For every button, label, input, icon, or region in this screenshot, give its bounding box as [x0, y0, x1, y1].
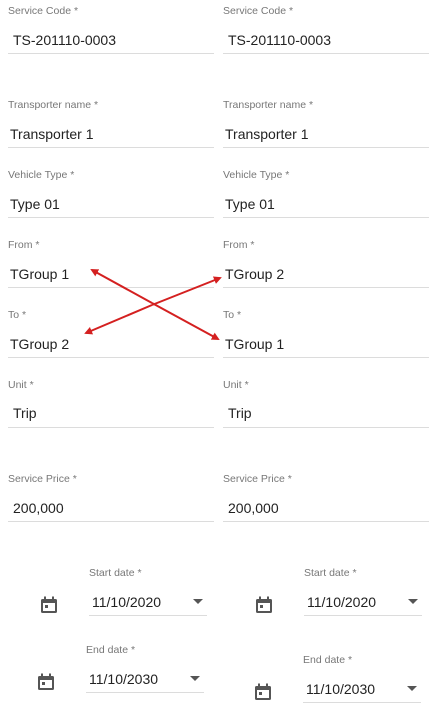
right-vehicle-type-value: Type 01 [225, 196, 275, 212]
right-to-label: To * [223, 309, 242, 321]
left-start-date-underline [89, 615, 207, 616]
chevron-down-icon[interactable] [190, 676, 200, 681]
right-end-date-value: 11/10/2030 [306, 681, 376, 697]
right-to-value: TGroup 1 [225, 336, 285, 352]
left-transporter-name-field[interactable]: Transporter name * Transporter 1 [8, 99, 214, 149]
left-from-label: From * [8, 239, 40, 251]
left-vehicle-type-value: Type 01 [10, 196, 60, 212]
right-service-price-value: 200,000 [228, 500, 279, 516]
right-start-date-underline [304, 615, 422, 616]
left-service-price-field[interactable]: Service Price * 200,000 [8, 473, 214, 523]
right-unit-underline [223, 427, 429, 428]
left-unit-field[interactable]: Unit * Trip [8, 379, 214, 429]
left-transporter-name-value: Transporter 1 [10, 126, 94, 142]
right-end-date-label: End date * [303, 654, 353, 666]
left-service-code-underline [8, 53, 214, 54]
left-end-date-calendar-icon[interactable] [36, 672, 56, 697]
right-from-field[interactable]: From * TGroup 2 [223, 239, 429, 289]
right-vehicle-type-field[interactable]: Vehicle Type * Type 01 [223, 169, 429, 219]
right-unit-value: Trip [228, 405, 252, 421]
right-end-date-underline [303, 702, 421, 703]
left-service-price-underline [8, 521, 214, 522]
left-to-value: TGroup 2 [10, 336, 70, 352]
left-from-field[interactable]: From * TGroup 1 [8, 239, 214, 289]
left-to-field[interactable]: To * TGroup 2 [8, 309, 214, 359]
left-end-date-field[interactable]: End date * 11/10/2030 [86, 644, 204, 694]
left-from-value: TGroup 1 [10, 266, 70, 282]
left-start-date-label: Start date * [89, 567, 142, 579]
chevron-down-icon[interactable] [407, 686, 417, 691]
right-to-field[interactable]: To * TGroup 1 [223, 309, 429, 359]
left-transporter-name-underline [8, 147, 214, 148]
right-transporter-name-label: Transporter name * [223, 99, 314, 111]
right-unit-label: Unit * [223, 379, 249, 391]
right-service-code-value: TS-201110-0003 [228, 32, 331, 48]
right-transporter-name-underline [223, 147, 429, 148]
left-vehicle-type-field[interactable]: Vehicle Type * Type 01 [8, 169, 214, 219]
left-service-price-label: Service Price * [8, 473, 77, 485]
left-service-code-value: TS-201110-0003 [13, 32, 116, 48]
right-from-underline [223, 287, 429, 288]
chevron-down-icon[interactable] [408, 599, 418, 604]
left-unit-underline [8, 427, 214, 428]
left-service-price-value: 200,000 [13, 500, 64, 516]
right-from-label: From * [223, 239, 255, 251]
right-service-price-underline [223, 521, 429, 522]
left-unit-label: Unit * [8, 379, 34, 391]
right-start-date-calendar-icon[interactable] [254, 595, 274, 620]
right-vehicle-type-underline [223, 217, 429, 218]
left-to-underline [8, 357, 214, 358]
left-unit-value: Trip [13, 405, 37, 421]
right-unit-field[interactable]: Unit * Trip [223, 379, 429, 429]
right-start-date-field[interactable]: Start date * 11/10/2020 [304, 567, 422, 617]
right-transporter-name-value: Transporter 1 [225, 126, 309, 142]
left-start-date-field[interactable]: Start date * 11/10/2020 [89, 567, 207, 617]
left-start-date-calendar-icon[interactable] [39, 595, 59, 620]
left-service-code-field[interactable]: Service Code * TS-201110-0003 [8, 5, 214, 55]
left-transporter-name-label: Transporter name * [8, 99, 99, 111]
right-end-date-calendar-icon[interactable] [253, 682, 273, 707]
left-end-date-value: 11/10/2030 [89, 671, 159, 687]
right-start-date-label: Start date * [304, 567, 357, 579]
left-end-date-underline [86, 692, 204, 693]
right-vehicle-type-label: Vehicle Type * [223, 169, 290, 181]
right-service-code-field[interactable]: Service Code * TS-201110-0003 [223, 5, 429, 55]
right-service-code-label: Service Code * [223, 5, 294, 17]
right-service-price-label: Service Price * [223, 473, 292, 485]
left-from-underline [8, 287, 214, 288]
left-start-date-value: 11/10/2020 [92, 594, 162, 610]
right-from-value: TGroup 2 [225, 266, 285, 282]
right-start-date-value: 11/10/2020 [307, 594, 377, 610]
left-service-code-label: Service Code * [8, 5, 79, 17]
left-end-date-label: End date * [86, 644, 136, 656]
chevron-down-icon[interactable] [193, 599, 203, 604]
right-end-date-field[interactable]: End date * 11/10/2030 [303, 654, 421, 704]
right-service-price-field[interactable]: Service Price * 200,000 [223, 473, 429, 523]
left-vehicle-type-label: Vehicle Type * [8, 169, 75, 181]
left-to-label: To * [8, 309, 27, 321]
left-vehicle-type-underline [8, 217, 214, 218]
right-to-underline [223, 357, 429, 358]
right-transporter-name-field[interactable]: Transporter name * Transporter 1 [223, 99, 429, 149]
right-service-code-underline [223, 53, 429, 54]
